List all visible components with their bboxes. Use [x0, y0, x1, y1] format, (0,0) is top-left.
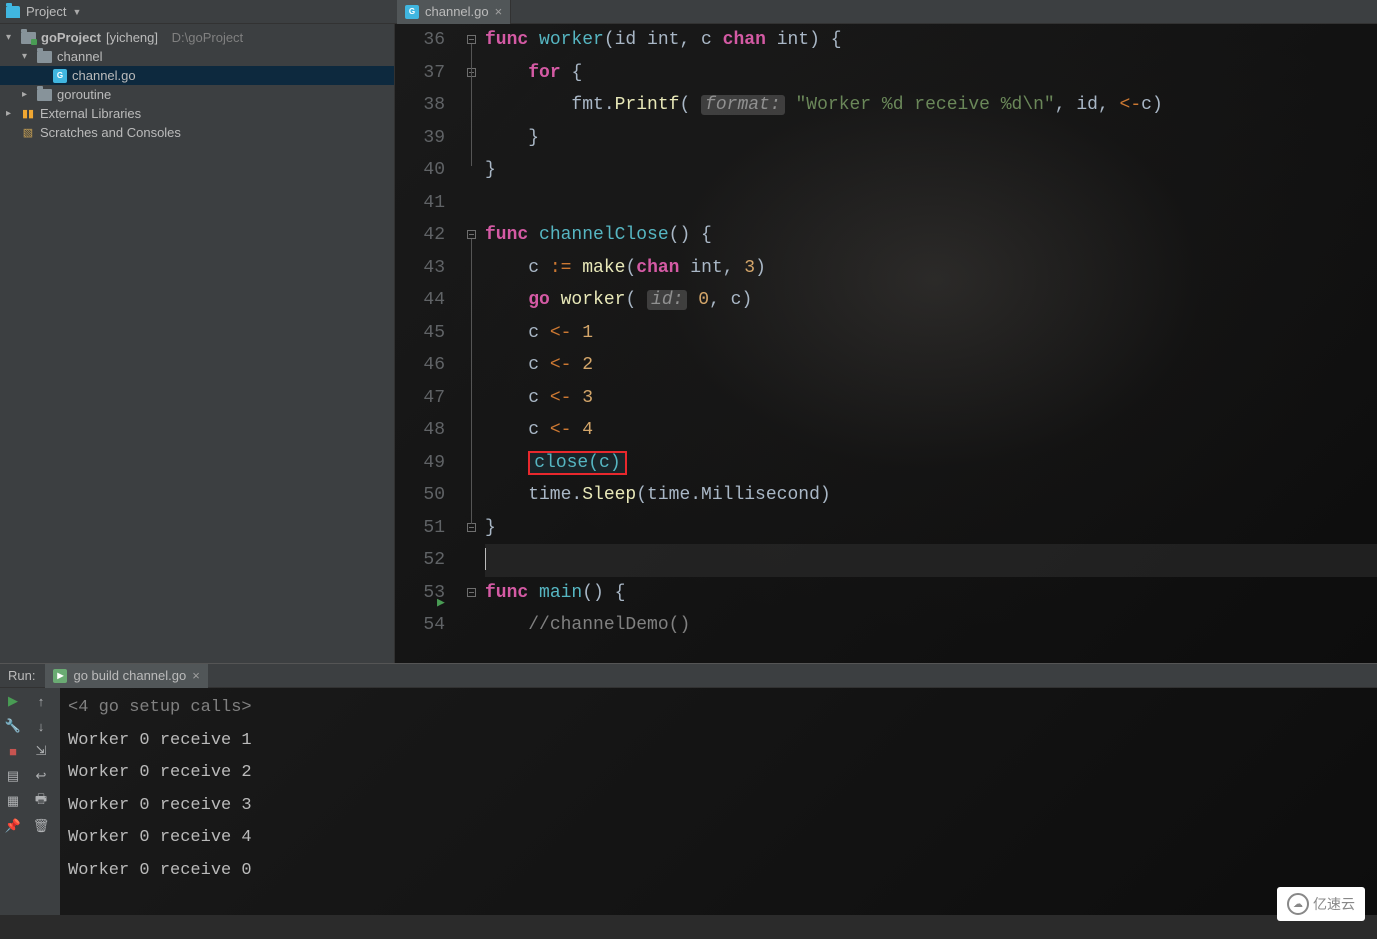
tree-scratches[interactable]: ▧ Scratches and Consoles [0, 123, 394, 142]
tree-root[interactable]: ▾ goProject [yicheng] D:\goProject [0, 28, 394, 47]
tree-external-libraries[interactable]: ▸ ▮▮ External Libraries [0, 104, 394, 123]
close-run-tab-icon[interactable]: × [192, 668, 200, 683]
project-icon [6, 6, 20, 18]
chevron-down-icon[interactable]: ▾ [6, 32, 16, 43]
soft-wrap-icon[interactable]: ↩ [32, 767, 50, 785]
chevron-down-icon[interactable]: ▾ [22, 51, 32, 62]
editor[interactable]: 3637383940414243444546474849505152▶5354 … [395, 24, 1377, 663]
rerun-icon[interactable]: ▶ [4, 692, 22, 710]
run-output[interactable]: <4 go setup calls>Worker 0 receive 1Work… [60, 688, 1377, 915]
run-panel-label: Run: [8, 668, 35, 683]
folder-icon [21, 32, 36, 44]
pin-icon[interactable]: 📌 [4, 817, 22, 835]
editor-tab-channel[interactable]: G channel.go × [397, 0, 511, 24]
trash-icon[interactable]: 🗑 [32, 817, 50, 835]
wrench-icon[interactable]: 🔧 [4, 717, 22, 735]
up-icon[interactable]: ↑ [32, 692, 50, 710]
tree-folder-channel[interactable]: ▾ channel [0, 47, 394, 66]
cloud-logo-icon: ☁ [1287, 893, 1309, 915]
project-sidebar: ▾ goProject [yicheng] D:\goProject ▾ cha… [0, 24, 395, 663]
stop-icon[interactable]: ■ [4, 742, 22, 760]
folder-icon [37, 89, 52, 101]
run-panel: Run: ▶ go build channel.go × ▶ 🔧 ■ ▤ ▦ 📌… [0, 663, 1377, 915]
line-gutter[interactable]: 3637383940414243444546474849505152▶5354 [395, 24, 465, 642]
scratch-icon: ▧ [21, 126, 35, 140]
down-icon[interactable]: ↓ [32, 717, 50, 735]
go-file-icon: G [405, 5, 419, 19]
run-config-label: go build channel.go [73, 668, 186, 683]
tree-file-channel-go[interactable]: G channel.go [0, 66, 394, 85]
tab-label: channel.go [425, 4, 489, 19]
layout-icon[interactable]: ▤ [4, 767, 22, 785]
go-file-icon: G [53, 69, 67, 83]
library-icon: ▮▮ [21, 107, 35, 121]
chevron-down-icon[interactable]: ▼ [72, 7, 81, 17]
code-area[interactable]: func worker(id int, c chan int) { for { … [485, 24, 1377, 642]
layout2-icon[interactable]: ▦ [4, 792, 22, 810]
watermark: ☁ 亿速云 [1277, 887, 1365, 921]
print-icon[interactable]: 🖶 [32, 792, 50, 810]
editor-tabstrip: G channel.go × [395, 0, 1377, 24]
chevron-right-icon[interactable]: ▸ [6, 108, 16, 119]
export-icon[interactable]: ⇲ [32, 742, 50, 760]
folder-icon [37, 51, 52, 63]
project-dropdown[interactable]: Project [26, 4, 66, 19]
project-tree[interactable]: ▾ goProject [yicheng] D:\goProject ▾ cha… [0, 24, 394, 142]
run-toolbar: ▶ 🔧 ■ ▤ ▦ 📌 ↑ ↓ ⇲ ↩ 🖶 🗑 [0, 688, 60, 915]
run-config-icon: ▶ [53, 669, 67, 683]
chevron-right-icon[interactable]: ▸ [22, 89, 32, 100]
tree-folder-goroutine[interactable]: ▸ goroutine [0, 85, 394, 104]
close-tab-icon[interactable]: × [495, 4, 503, 19]
run-config-tab[interactable]: ▶ go build channel.go × [45, 664, 207, 688]
